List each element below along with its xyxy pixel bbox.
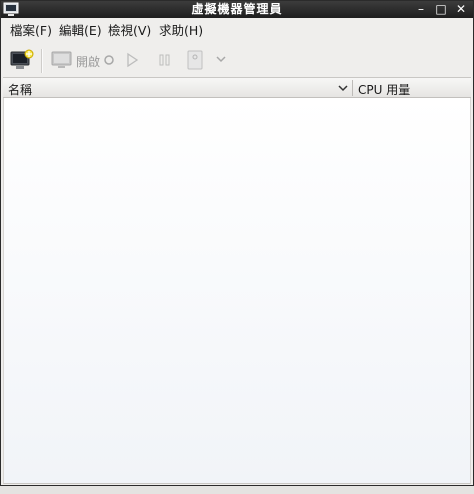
monitor-icon[interactable]	[51, 49, 73, 71]
window-title: 虛擬機器管理員	[191, 2, 283, 16]
shutdown-icon[interactable]	[186, 49, 204, 71]
column-header-cpu-usage[interactable]: CPU 用量	[358, 81, 410, 98]
vm-list[interactable]	[3, 98, 471, 484]
close-icon[interactable]: ✕	[453, 2, 469, 17]
application-window: 虛擬機器管理員 – □ ✕ 檔案(F) 編輯(E) 檢視(V) 求助(H) 開啟…	[0, 0, 474, 486]
column-divider[interactable]	[352, 80, 353, 96]
minimize-icon[interactable]: –	[413, 2, 429, 17]
title-bar[interactable]: 虛擬機器管理員 – □ ✕	[1, 1, 473, 18]
pause-icon[interactable]	[157, 52, 173, 74]
toolbar-separator	[41, 49, 43, 73]
menu-file[interactable]: 檔案(F)	[10, 23, 52, 39]
chevron-down-icon[interactable]	[215, 53, 227, 75]
table-header: 名稱 CPU 用量	[3, 77, 471, 98]
chevron-down-icon[interactable]	[337, 82, 349, 94]
toolbar: 開啟	[1, 43, 473, 77]
taskbar-strip	[0, 486, 474, 494]
new-vm-icon[interactable]	[10, 49, 34, 71]
play-icon[interactable]	[125, 52, 139, 74]
power-icon[interactable]	[103, 53, 115, 75]
menu-edit[interactable]: 編輯(E)	[59, 23, 102, 39]
menu-view[interactable]: 檢視(V)	[108, 23, 151, 39]
menu-help[interactable]: 求助(H)	[159, 23, 203, 39]
menu-bar: 檔案(F) 編輯(E) 檢視(V) 求助(H)	[1, 19, 473, 43]
open-button-label[interactable]: 開啟	[76, 53, 100, 70]
column-header-name[interactable]: 名稱	[8, 81, 32, 98]
maximize-icon[interactable]: □	[433, 2, 449, 17]
